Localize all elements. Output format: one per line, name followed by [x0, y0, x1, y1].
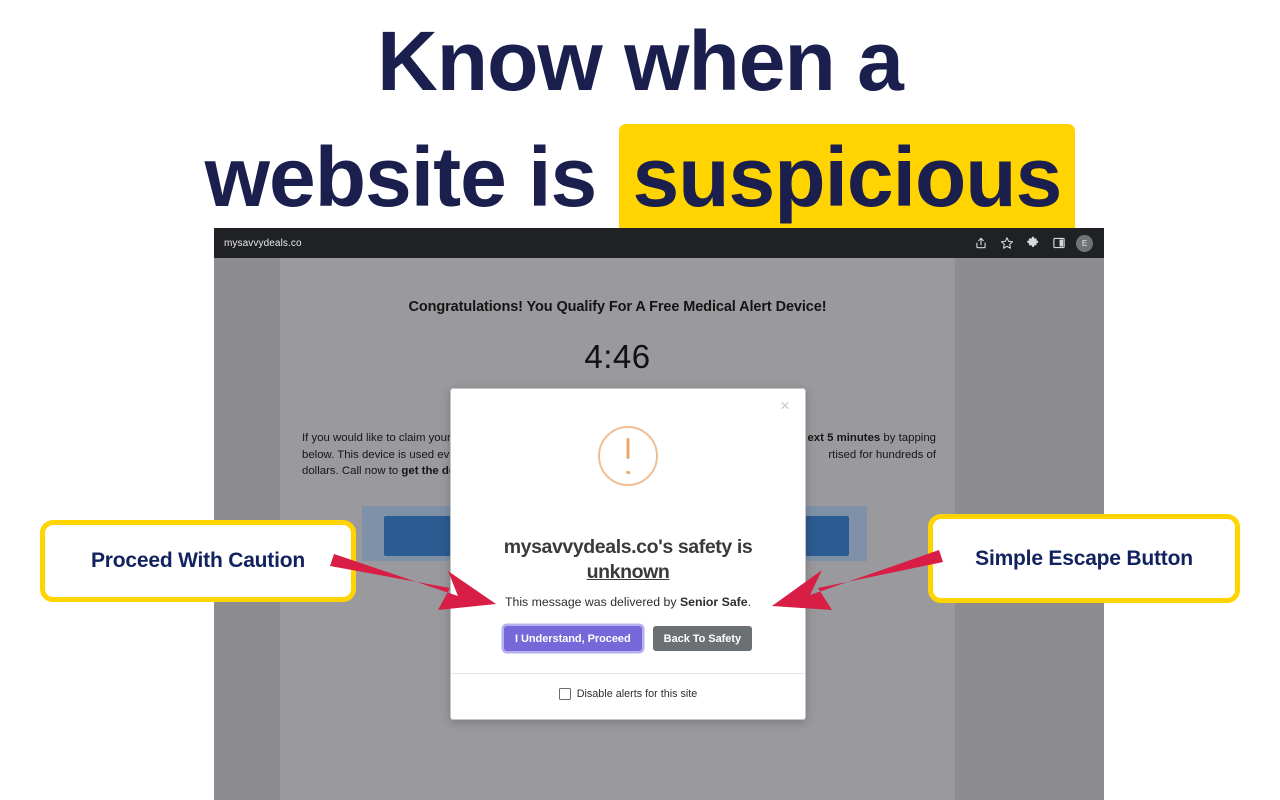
offer-body-line-2-left: below. This device is used eve [302, 448, 456, 461]
toolbar-icon-group: E [974, 234, 1096, 252]
modal-title: mysavvydeals.co's safety is unknown [479, 535, 777, 585]
exclamation-dot [626, 470, 630, 474]
disable-alerts-label: Disable alerts for this site [576, 688, 698, 700]
offer-body-line-3-left: dollars. Call now to [302, 465, 402, 478]
disable-alerts-checkbox-row[interactable]: Disable alerts for this site [558, 688, 698, 700]
offer-body-line-1-left: If you would like to claim your [302, 432, 451, 444]
offer-body-line-2-right: rtised for hundreds of [828, 448, 936, 461]
headline-line-1: Know when a [377, 14, 904, 108]
modal-body: mysavvydeals.co's safety is unknown This… [451, 389, 805, 673]
modal-title-prefix: mysavvydeals.co's safety is [503, 536, 753, 558]
sidebar-toggle-icon[interactable] [1052, 236, 1066, 250]
page-headline: Know when a website is suspicious [0, 4, 1280, 236]
offer-body-line-1-bold: ext 5 minutes [807, 432, 881, 444]
callout-proceed-with-caution: Proceed With Caution [40, 520, 356, 602]
share-icon[interactable] [974, 236, 988, 250]
profile-avatar[interactable]: E [1076, 234, 1093, 252]
extensions-puzzle-icon[interactable] [1026, 236, 1040, 250]
safety-warning-modal: × mysavvydeals.co's safety is unknown Th… [450, 388, 806, 720]
offer-body-line-1-right: by tapping [880, 432, 936, 444]
i-understand-proceed-button[interactable]: I Understand, Proceed [503, 626, 642, 651]
modal-safety-verdict: unknown [586, 561, 670, 583]
callout-right-label: Simple Escape Button [975, 546, 1193, 570]
close-icon[interactable]: × [774, 395, 796, 417]
warning-exclamation-circle-icon [598, 426, 658, 486]
modal-subtitle-suffix: . [747, 595, 752, 609]
headline-line-2: website is suspicious [0, 120, 1280, 236]
modal-brand-name: Senior Safe [679, 595, 748, 609]
back-to-safety-button[interactable]: Back To Safety [652, 626, 753, 651]
callout-left-label: Proceed With Caution [91, 549, 305, 572]
modal-action-row: I Understand, Proceed Back To Safety [479, 626, 777, 673]
modal-subtitle: This message was delivered by Senior Saf… [479, 595, 777, 609]
countdown-timer: 4:46 [584, 338, 651, 375]
bookmark-star-icon[interactable] [1000, 236, 1014, 250]
headline-highlight: suspicious [618, 124, 1076, 234]
offer-body-line-3-bold: get the de [401, 465, 456, 478]
modal-subtitle-prefix: This message was delivered by [504, 595, 680, 609]
callout-simple-escape-button: Simple Escape Button [928, 514, 1240, 603]
browser-toolbar: mysavvydeals.co E [214, 228, 1104, 258]
address-bar-url[interactable]: mysavvydeals.co [224, 238, 302, 249]
headline-prefix: website is [204, 130, 598, 224]
modal-footer: Disable alerts for this site [451, 673, 805, 719]
disable-alerts-checkbox[interactable] [558, 688, 571, 700]
exclamation-bar [626, 438, 630, 459]
offer-headline: Congratulations! You Qualify For A Free … [408, 299, 827, 315]
